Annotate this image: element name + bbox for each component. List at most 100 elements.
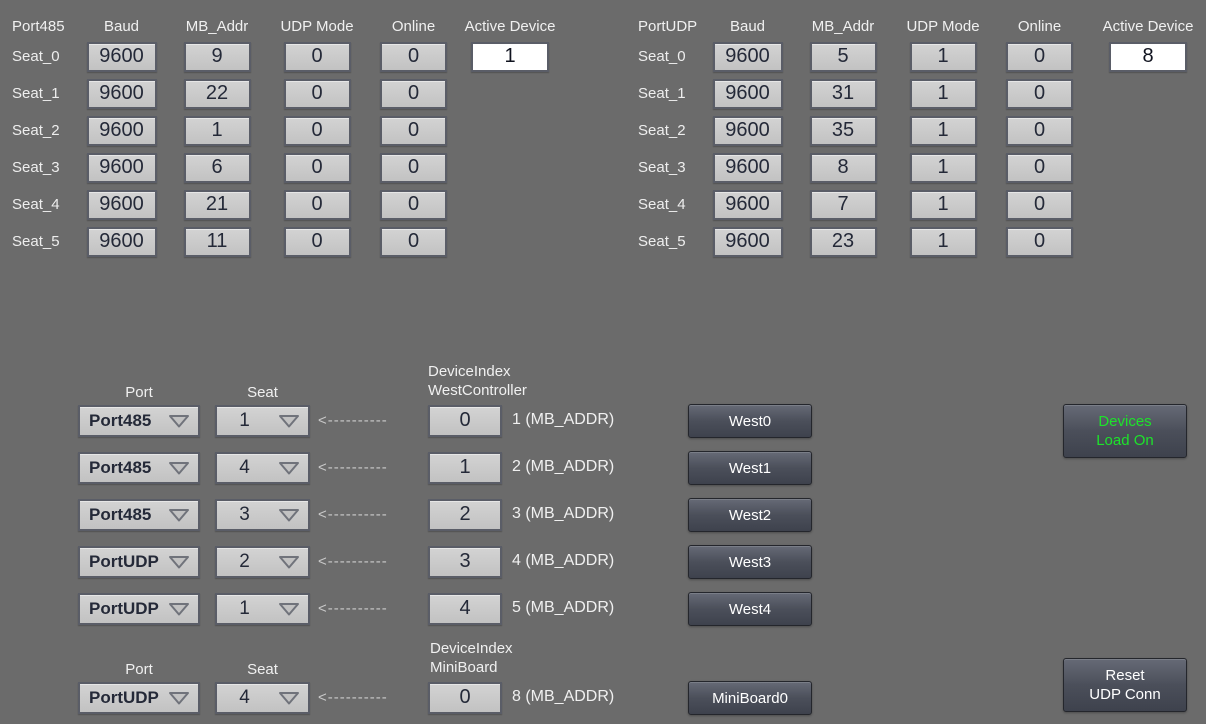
chevron-down-icon: [277, 601, 301, 617]
seat-column-header: Seat: [247, 661, 278, 678]
device-index-subtitle: WestController: [428, 382, 527, 399]
chevron-down-icon: [167, 601, 191, 617]
seat-select[interactable]: 3: [215, 499, 310, 531]
baud-field: 9600: [712, 79, 783, 109]
reset-udp-line1: Reset: [1105, 667, 1145, 684]
online-field: 0: [1006, 190, 1073, 220]
udp-mode-field: 1: [909, 79, 977, 109]
mapping-row: Port485 1 <---------- 0 1 (MB_ADDR) West…: [78, 404, 818, 438]
west1-button[interactable]: West1: [688, 451, 812, 485]
mapping-arrow: <----------: [318, 553, 388, 570]
mb-addr-field: 5: [809, 42, 877, 72]
udp-mode-field: 1: [909, 190, 977, 220]
baud-field: 9600: [712, 116, 783, 146]
mapping-arrow: <----------: [318, 412, 388, 429]
west3-button-label: West3: [728, 553, 772, 571]
column-header-mb-addr: MB_Addr: [185, 17, 249, 35]
column-header-udp-mode: UDP Mode: [280, 17, 354, 35]
seat-select[interactable]: 1: [215, 405, 310, 437]
seat-select[interactable]: 4: [215, 452, 310, 484]
chevron-down-icon: [277, 413, 301, 429]
miniboard0-button[interactable]: MiniBoard0: [688, 681, 812, 715]
active-device-input[interactable]: 1: [471, 42, 549, 72]
mb-addr-label: 4 (MB_ADDR): [512, 552, 615, 569]
device-index-header: DeviceIndex WestController: [428, 362, 527, 400]
mapping-row: PortUDP 2 <---------- 3 4 (MB_ADDR) West…: [78, 545, 818, 579]
mapping-arrow: <----------: [318, 600, 388, 617]
mb-addr-field: 22: [183, 79, 251, 109]
port-column-header: Port: [125, 384, 153, 401]
seat-select-value: 2: [239, 551, 250, 572]
online-field: 0: [380, 153, 447, 183]
device-index-field: 2: [428, 499, 502, 531]
seat-select[interactable]: 2: [215, 546, 310, 578]
seat-select[interactable]: 4: [215, 682, 310, 714]
device-index-subtitle: MiniBoard: [430, 659, 498, 676]
devices-load-on-line2: Load On: [1096, 432, 1154, 449]
west1-button-label: West1: [728, 459, 772, 477]
online-field: 0: [1006, 227, 1073, 257]
baud-field: 9600: [712, 153, 783, 183]
chevron-down-icon: [277, 690, 301, 706]
port-select[interactable]: Port485: [78, 452, 200, 484]
mb-addr-field: 9: [183, 42, 251, 72]
seat-row-label: Seat_5: [12, 233, 60, 250]
baud-field: 9600: [86, 116, 157, 146]
west2-button[interactable]: West2: [688, 498, 812, 532]
mb-addr-field: 7: [809, 190, 877, 220]
port-select[interactable]: PortUDP: [78, 682, 200, 714]
column-header-udp-mode: UDP Mode: [906, 17, 980, 35]
online-field: 0: [1006, 153, 1073, 183]
column-header-mb-addr: MB_Addr: [811, 17, 875, 35]
seat-row-label: Seat_0: [638, 48, 686, 65]
chevron-down-icon: [167, 554, 191, 570]
online-field: 0: [380, 190, 447, 220]
column-header-online: Online: [1017, 17, 1062, 35]
west0-button[interactable]: West0: [688, 404, 812, 438]
device-index-field: 4: [428, 593, 502, 625]
hmi-screen: Port485 Baud MB_Addr UDP Mode Online Act…: [0, 0, 1206, 724]
column-header-baud: Baud: [103, 17, 140, 35]
seat-select-value: 4: [239, 687, 250, 708]
mapping-row: Port485 4 <---------- 1 2 (MB_ADDR) West…: [78, 451, 818, 485]
mb-addr-field: 31: [809, 79, 877, 109]
port-select[interactable]: PortUDP: [78, 593, 200, 625]
port-select-value: PortUDP: [89, 599, 159, 618]
seat-select[interactable]: 1: [215, 593, 310, 625]
port-select[interactable]: Port485: [78, 405, 200, 437]
mb-addr-field: 35: [809, 116, 877, 146]
baud-field: 9600: [86, 227, 157, 257]
mb-addr-field: 21: [183, 190, 251, 220]
udp-mode-field: 0: [283, 190, 351, 220]
mb-addr-label: 5 (MB_ADDR): [512, 599, 615, 616]
mb-addr-label: 1 (MB_ADDR): [512, 411, 615, 428]
seat-row-label: Seat_1: [12, 85, 60, 102]
active-device-input[interactable]: 8: [1109, 42, 1187, 72]
baud-field: 9600: [86, 79, 157, 109]
online-field: 0: [1006, 79, 1073, 109]
mb-addr-field: 1: [183, 116, 251, 146]
devices-load-on-button[interactable]: Devices Load On: [1063, 404, 1187, 458]
column-header-baud: Baud: [729, 17, 766, 35]
mapping-arrow: <----------: [318, 689, 388, 706]
seat-row-label: Seat_4: [12, 196, 60, 213]
reset-udp-conn-button[interactable]: Reset UDP Conn: [1063, 658, 1187, 712]
udp-mode-field: 0: [283, 227, 351, 257]
device-index-field: 0: [428, 682, 502, 714]
baud-field: 9600: [86, 190, 157, 220]
west4-button[interactable]: West4: [688, 592, 812, 626]
port-select-value: PortUDP: [89, 552, 159, 571]
seat-row-label: Seat_0: [12, 48, 60, 65]
chevron-down-icon: [167, 460, 191, 476]
device-index-field: 3: [428, 546, 502, 578]
mb-addr-field: 23: [809, 227, 877, 257]
port-select[interactable]: Port485: [78, 499, 200, 531]
online-field: 0: [380, 227, 447, 257]
port-select[interactable]: PortUDP: [78, 546, 200, 578]
baud-field: 9600: [86, 153, 157, 183]
west3-button[interactable]: West3: [688, 545, 812, 579]
device-index-header: DeviceIndex MiniBoard: [430, 639, 513, 677]
chevron-down-icon: [277, 507, 301, 523]
device-index-title: DeviceIndex: [428, 363, 511, 380]
port-select-value: PortUDP: [89, 688, 159, 707]
